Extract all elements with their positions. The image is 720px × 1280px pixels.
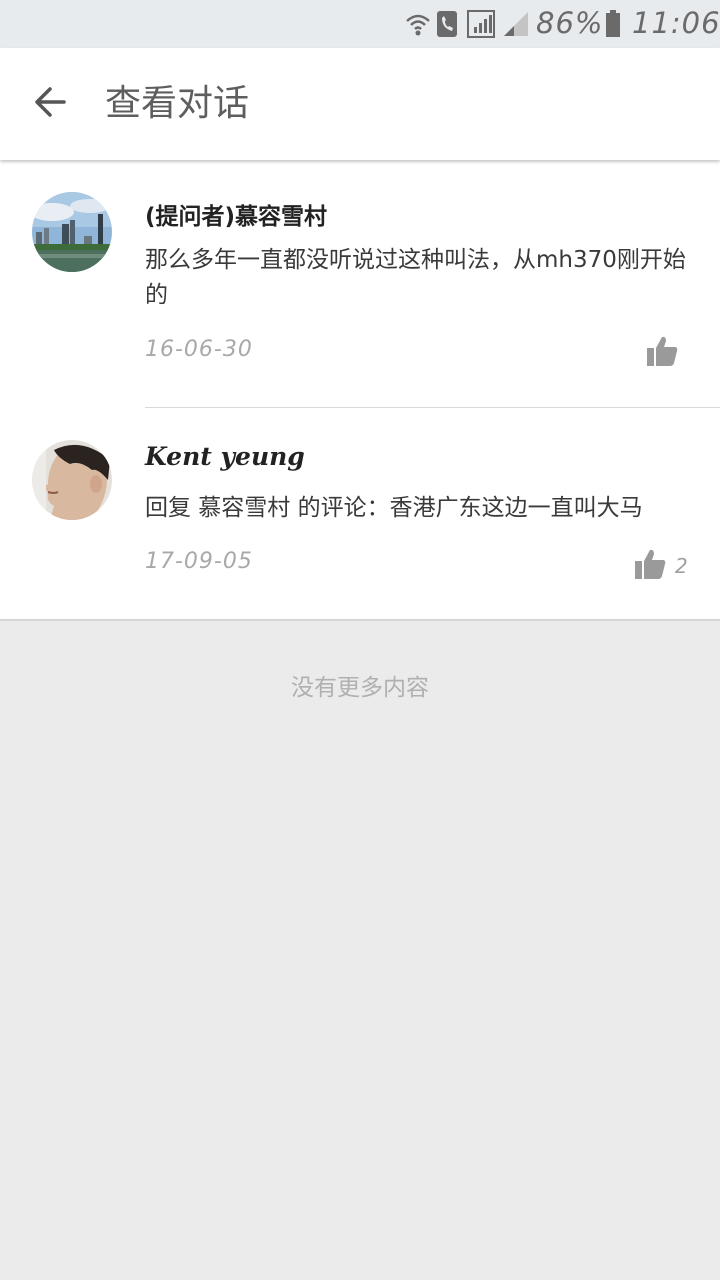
comment-item: Kent yeung 回复 慕容雪村 的评论：香港广东这边一直叫大马 17-09…: [0, 408, 720, 620]
comment-text: 回复 慕容雪村 的评论：香港广东这边一直叫大马: [145, 495, 643, 521]
avatar[interactable]: [32, 192, 112, 272]
phone-icon: [436, 10, 458, 42]
like-button[interactable]: 2: [633, 547, 688, 585]
conversation-list: (提问者)慕容雪村 那么多年一直都没听说过这种叫法，从mh370刚开始的 16-…: [0, 160, 720, 621]
page-title: 查看对话: [105, 83, 250, 124]
battery-percent: 86%: [536, 6, 604, 40]
battery-icon: [604, 10, 622, 42]
back-button[interactable]: [18, 72, 82, 136]
like-button[interactable]: [645, 334, 687, 372]
comment-text: 那么多年一直都没听说过这种叫法，从mh370刚开始的: [145, 247, 686, 308]
app-bar: 查看对话: [0, 48, 720, 160]
no-more-content-label: 没有更多内容: [291, 675, 429, 701]
signal-icon: [467, 10, 495, 42]
like-count: 2: [675, 554, 688, 578]
comment-author[interactable]: (提问者)慕容雪村: [145, 197, 327, 231]
signal-weak-icon: [502, 10, 530, 42]
arrow-left-icon: [32, 84, 68, 124]
status-bar: 86% 11:06: [0, 0, 720, 48]
comment-item: (提问者)慕容雪村 那么多年一直都没听说过这种叫法，从mh370刚开始的 16-…: [0, 160, 720, 407]
avatar[interactable]: [32, 440, 112, 520]
comment-author[interactable]: Kent yeung: [145, 442, 305, 471]
wifi-calling-icon: [404, 10, 432, 42]
comment-date: 17-09-05: [145, 549, 253, 574]
thumbs-up-icon: [645, 334, 679, 372]
thumbs-up-icon: [633, 547, 667, 585]
clock: 11:06: [632, 6, 720, 40]
comment-date: 16-06-30: [145, 337, 253, 362]
